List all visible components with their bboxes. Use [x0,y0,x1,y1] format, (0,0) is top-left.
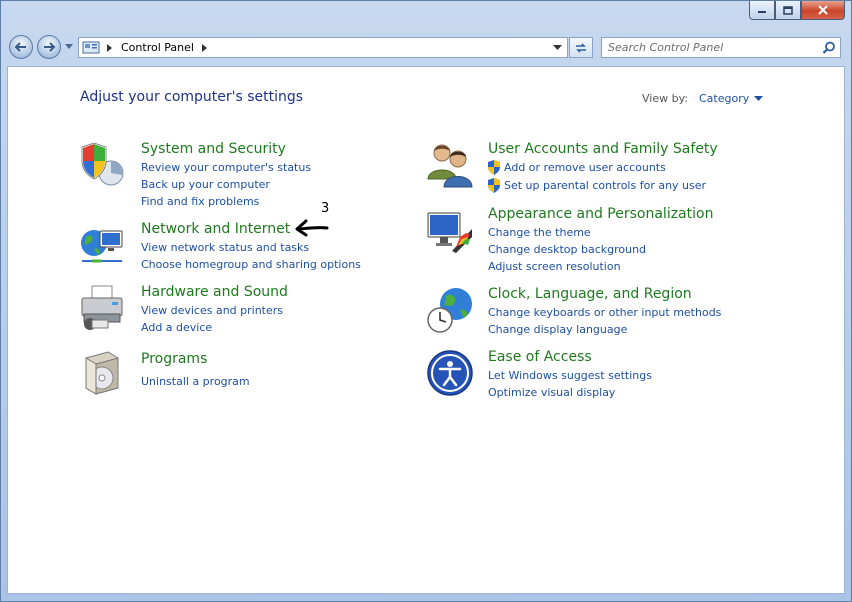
search-icon[interactable] [822,41,836,55]
link-change-display-language[interactable]: Change display language [488,322,627,337]
category-title-programs[interactable]: Programs [141,350,207,368]
control-panel-window: Control Panel Adjust your computer's set… [0,0,852,602]
breadcrumb-chevron-icon[interactable] [201,43,209,52]
view-by-dropdown[interactable]: Category [699,92,764,105]
maximize-button[interactable] [775,1,801,20]
view-by-label: View by: [642,92,688,105]
users-icon[interactable] [426,141,474,189]
search-box[interactable] [601,37,841,58]
back-button[interactable] [9,35,33,59]
monitor-palette-icon[interactable] [426,207,474,255]
annotation-arrow-icon [295,219,329,237]
address-dropdown-icon[interactable] [553,44,562,51]
minimize-button[interactable] [749,1,775,20]
link-optimize-visual-display[interactable]: Optimize visual display [488,385,615,400]
navigation-bar: Control Panel [1,32,852,64]
uac-shield-icon [488,160,500,175]
link-adjust-screen-resolution[interactable]: Adjust screen resolution [488,259,621,274]
link-add-a-device[interactable]: Add a device [141,320,212,335]
ease-of-access-icon[interactable] [426,349,474,397]
recent-pages-dropdown[interactable] [65,44,73,50]
printer-icon[interactable] [78,284,126,332]
link-change-desktop-background[interactable]: Change desktop background [488,242,646,257]
link-change-the-theme[interactable]: Change the theme [488,225,591,240]
shield-icon[interactable] [78,141,126,189]
search-input[interactable] [608,40,818,55]
link-uninstall-a-program[interactable]: Uninstall a program [141,374,250,389]
network-globe-icon[interactable] [78,221,126,269]
minimize-icon [758,11,766,13]
link-view-network-status[interactable]: View network status and tasks [141,240,309,255]
link-add-remove-user-accounts[interactable]: Add or remove user accounts [504,160,666,175]
close-icon [818,5,828,15]
breadcrumb-control-panel[interactable]: Control Panel [121,41,194,54]
breadcrumb-separator-icon [107,43,112,52]
category-title-appearance[interactable]: Appearance and Personalization [488,205,713,223]
maximize-icon [783,5,793,15]
chevron-down-icon [754,95,764,101]
content-pane: Adjust your computer's settings View by:… [7,66,845,594]
link-find-and-fix-problems[interactable]: Find and fix problems [141,194,259,209]
link-choose-homegroup[interactable]: Choose homegroup and sharing options [141,257,361,272]
category-title-network-and-internet[interactable]: Network and Internet [141,220,290,238]
link-set-up-parental-controls[interactable]: Set up parental controls for any user [504,178,706,193]
category-title-user-accounts[interactable]: User Accounts and Family Safety [488,140,718,158]
uac-shield-icon [488,178,500,193]
link-back-up-computer[interactable]: Back up your computer [141,177,270,192]
programs-box-icon[interactable] [78,348,126,396]
annotation-number: 3 [321,201,330,216]
close-button[interactable] [801,1,845,20]
category-title-hardware-and-sound[interactable]: Hardware and Sound [141,283,288,301]
control-panel-icon [82,41,100,53]
link-review-computer-status[interactable]: Review your computer's status [141,160,311,175]
clock-globe-icon[interactable] [426,286,474,334]
category-title-clock-language-region[interactable]: Clock, Language, and Region [488,285,692,303]
link-view-devices-and-printers[interactable]: View devices and printers [141,303,283,318]
link-change-keyboards[interactable]: Change keyboards or other input methods [488,305,721,320]
refresh-button[interactable] [569,37,593,58]
caption-buttons [749,1,845,20]
forward-button[interactable] [37,35,61,59]
category-title-ease-of-access[interactable]: Ease of Access [488,348,592,366]
view-by-value: Category [699,92,750,105]
address-bar[interactable]: Control Panel [78,37,568,58]
page-title: Adjust your computer's settings [80,89,304,105]
category-title-system-and-security[interactable]: System and Security [141,140,286,158]
link-let-windows-suggest-settings[interactable]: Let Windows suggest settings [488,368,652,383]
arrow-right-icon [44,42,56,52]
refresh-icon [576,42,586,53]
arrow-left-icon [14,42,26,52]
